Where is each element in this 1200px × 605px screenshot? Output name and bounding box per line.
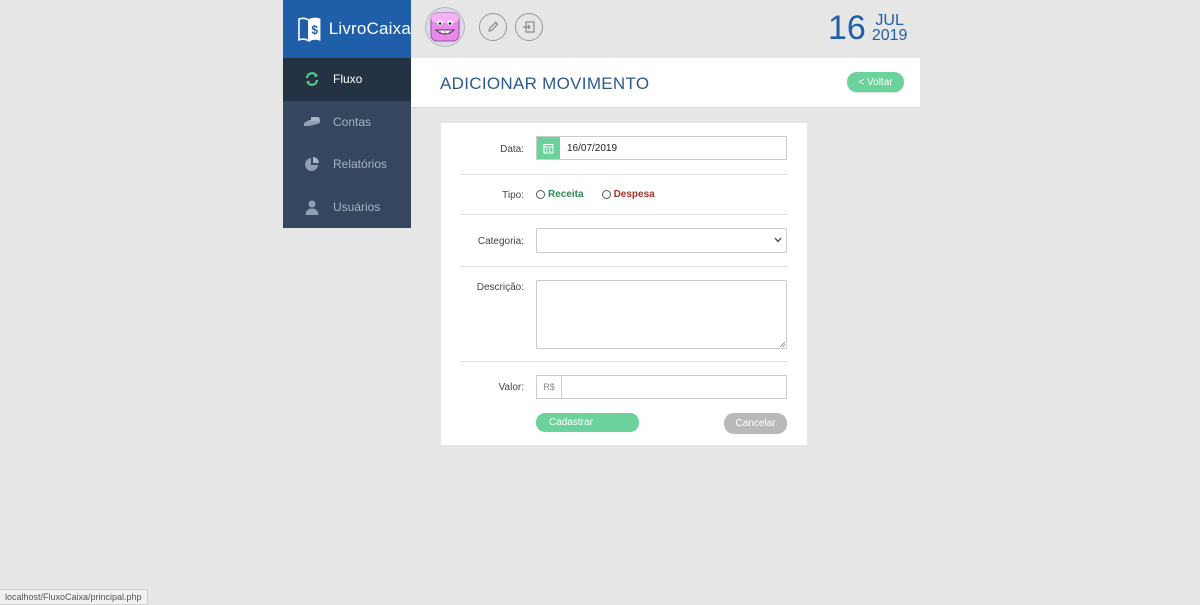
amount-input[interactable]	[562, 376, 786, 398]
app-logo[interactable]: $ LivroCaixa	[283, 0, 411, 58]
back-button[interactable]: < Voltar	[847, 72, 904, 92]
app-root: $ LivroCaixa Fluxo Contas Relatórios Usu…	[0, 0, 1200, 605]
sidebar-item-fluxo[interactable]: Fluxo	[283, 58, 411, 101]
category-select[interactable]	[536, 228, 787, 253]
amount-label: Valor:	[498, 382, 524, 393]
divider	[460, 174, 788, 175]
user-icon	[303, 198, 321, 216]
page-header: ADICIONAR MOVIMENTO < Voltar	[411, 58, 920, 108]
resize-grip-icon[interactable]	[779, 341, 785, 347]
date-month-year: JUL 2019	[871, 13, 908, 44]
category-label: Categoria:	[477, 236, 524, 247]
currency-prefix: R$	[537, 376, 562, 398]
book-dollar-icon: $	[298, 17, 321, 43]
divider	[460, 361, 788, 362]
type-radio-group: Receita Despesa	[536, 189, 673, 200]
radio-label-receita: Receita	[548, 189, 584, 200]
sidebar-item-contas[interactable]: Contas	[283, 101, 411, 144]
sidebar-item-label: Usuários	[333, 199, 381, 214]
sidebar-item-label: Fluxo	[333, 72, 363, 87]
sidebar: $ LivroCaixa Fluxo Contas Relatórios Usu…	[283, 0, 411, 228]
radio-circle[interactable]	[601, 190, 611, 199]
amount-field[interactable]: R$	[536, 375, 787, 399]
type-label: Tipo:	[502, 190, 524, 201]
submit-button[interactable]: Cadastrar	[536, 413, 639, 432]
divider	[460, 266, 788, 267]
type-radio-receita[interactable]: Receita	[536, 189, 584, 200]
sidebar-item-label: Contas	[333, 114, 372, 129]
logout-icon	[523, 21, 535, 33]
refresh-icon	[303, 70, 321, 88]
browser-status-url: localhost/FluxoCaixa/principal.php	[0, 589, 148, 605]
date-input[interactable]	[560, 137, 769, 159]
description-textarea[interactable]	[536, 280, 787, 349]
description-label: Descrição:	[476, 282, 524, 293]
calendar-button[interactable]	[537, 137, 560, 159]
app-name: LivroCaixa	[328, 19, 411, 38]
radio-label-despesa: Despesa	[613, 189, 655, 200]
chevron-down-icon	[774, 237, 782, 243]
hand-money-icon	[303, 113, 321, 131]
date-field[interactable]	[536, 136, 787, 160]
svg-text:$: $	[311, 23, 318, 37]
edit-profile-button[interactable]	[479, 13, 507, 41]
divider	[460, 214, 788, 215]
page-title: ADICIONAR MOVIMENTO	[440, 74, 650, 93]
pie-chart-icon	[303, 155, 321, 173]
smiley-avatar-icon	[430, 12, 460, 42]
movement-form: Data: Tipo: Receita	[441, 123, 807, 445]
pencil-icon	[488, 21, 499, 32]
date-label: Data:	[500, 144, 524, 155]
radio-circle[interactable]	[536, 190, 545, 199]
calendar-icon	[543, 143, 554, 153]
logout-button[interactable]	[515, 13, 543, 41]
user-avatar[interactable]	[425, 7, 465, 47]
cancel-button[interactable]: Cancelar	[724, 413, 787, 434]
sidebar-item-label: Relatórios	[333, 157, 388, 172]
sidebar-item-usuarios[interactable]: Usuários	[283, 186, 411, 229]
type-radio-despesa[interactable]: Despesa	[601, 189, 655, 200]
date-day: 16	[828, 9, 866, 47]
sidebar-item-relatorios[interactable]: Relatórios	[283, 143, 411, 186]
date-year: 2019	[871, 27, 908, 44]
current-date: 16 JUL 2019	[828, 10, 907, 46]
